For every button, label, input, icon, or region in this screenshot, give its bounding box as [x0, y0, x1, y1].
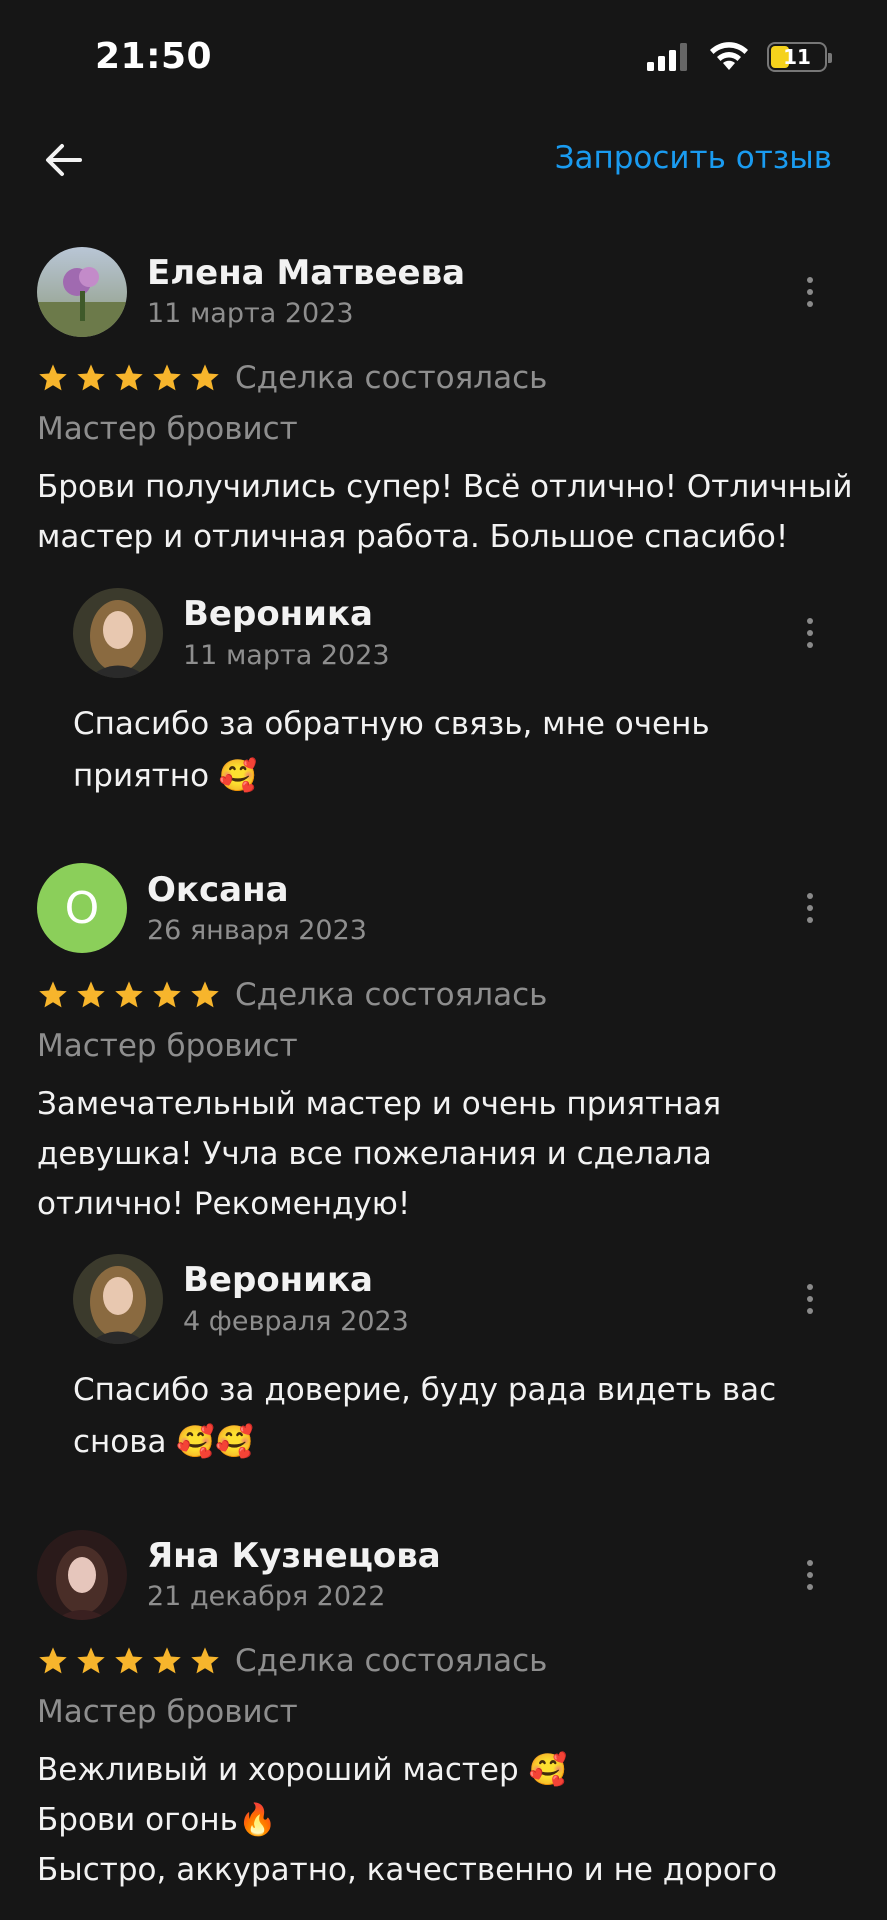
status-time: 21:50 — [95, 36, 213, 77]
review-date: 26 января 2023 — [147, 915, 367, 946]
reply-text: Спасибо за обратную связь, мне очень при… — [73, 706, 710, 794]
top-nav: Запросить отзыв — [0, 120, 887, 200]
reply-author: Вероника — [183, 1260, 374, 1300]
signal-icon — [647, 43, 687, 71]
review-author: Елена Матвеева — [147, 253, 466, 293]
review-date: 21 декабря 2022 — [147, 1581, 386, 1612]
wifi-icon — [710, 42, 748, 70]
reply-avatar — [73, 588, 163, 678]
star-icon — [39, 981, 67, 1008]
status-icons: 11 — [647, 42, 832, 72]
star-icon — [153, 364, 181, 391]
avatar — [37, 1530, 127, 1620]
review-text: Замечательный мастер и очень приятная де… — [37, 1086, 722, 1222]
review-text: Брови получились супер! Всё отлично! Отл… — [37, 469, 853, 555]
service-name: Мастер бровист — [37, 411, 298, 447]
star-icon — [115, 364, 143, 391]
arrow-left-icon — [46, 144, 82, 176]
more-options-button[interactable] — [790, 1545, 830, 1605]
star-icon — [39, 364, 67, 391]
rating-stars — [37, 1645, 221, 1677]
review-author: Оксана — [147, 870, 289, 910]
star-icon — [191, 364, 219, 391]
more-options-button[interactable] — [790, 878, 830, 938]
back-button[interactable] — [36, 132, 92, 188]
battery-icon: 11 — [767, 42, 832, 72]
reply-more-options-button[interactable] — [790, 1269, 830, 1329]
star-icon — [115, 981, 143, 1008]
rating-stars — [37, 979, 221, 1011]
deal-status: Сделка состоялась — [235, 1643, 548, 1679]
battery-level: 11 — [783, 45, 811, 69]
more-options-button[interactable] — [790, 262, 830, 322]
avatar: О — [37, 863, 127, 953]
review-date: 11 марта 2023 — [147, 298, 354, 329]
star-icon — [39, 1647, 67, 1674]
review-text: Вежливый и хороший мастер 🥰 Брови огонь🔥… — [37, 1752, 778, 1888]
star-icon — [77, 364, 105, 391]
star-icon — [153, 981, 181, 1008]
reply-more-options-button[interactable] — [790, 603, 830, 663]
star-icon — [191, 981, 219, 1008]
reply-avatar — [73, 1254, 163, 1344]
deal-status: Сделка состоялась — [235, 360, 548, 396]
star-icon — [191, 1647, 219, 1674]
avatar — [37, 247, 127, 337]
reply-date: 11 марта 2023 — [183, 640, 390, 671]
star-icon — [77, 1647, 105, 1674]
star-icon — [115, 1647, 143, 1674]
service-name: Мастер бровист — [37, 1694, 298, 1730]
rating-stars — [37, 362, 221, 394]
rating-row: Сделка состоялась — [37, 977, 547, 1013]
reply-text: Спасибо за доверие, буду рада видеть вас… — [73, 1372, 777, 1460]
reply-author: Вероника — [183, 594, 374, 634]
star-icon — [77, 981, 105, 1008]
review-author: Яна Кузнецова — [147, 1536, 441, 1576]
rating-row: Сделка состоялась — [37, 360, 547, 396]
status-bar: 21:50 11 — [0, 0, 887, 120]
star-icon — [153, 1647, 181, 1674]
deal-status: Сделка состоялась — [235, 977, 548, 1013]
reply-date: 4 февраля 2023 — [183, 1306, 409, 1337]
request-review-link[interactable]: Запросить отзыв — [555, 140, 832, 176]
rating-row: Сделка состоялась — [37, 1643, 547, 1679]
service-name: Мастер бровист — [37, 1028, 298, 1064]
